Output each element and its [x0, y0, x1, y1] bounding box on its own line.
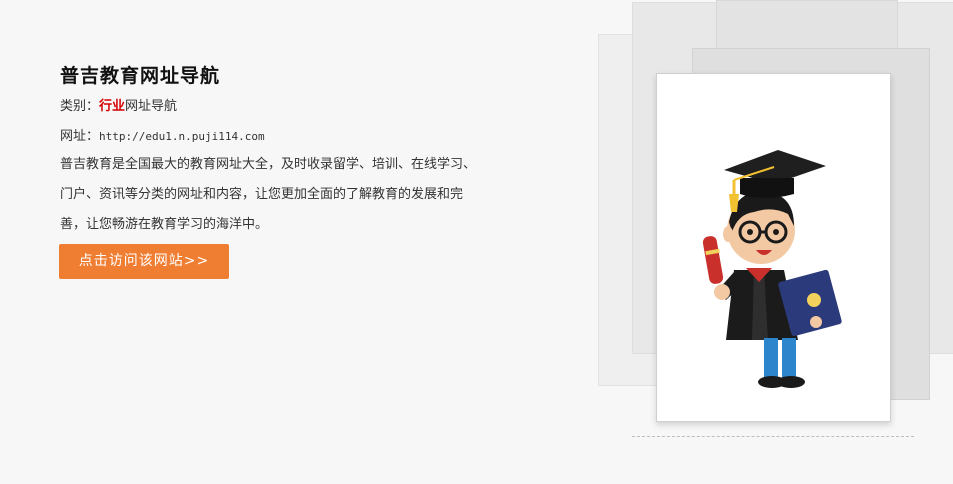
- graduate-cartoon-icon: [702, 150, 842, 388]
- category-label: 类别：: [60, 99, 100, 114]
- description-line: 普吉教育是全国最大的教育网址大全，及时收录留学、培训、在线学习、: [60, 157, 477, 172]
- url-row: 网址：http://edu1.n.puji114.com: [60, 125, 265, 144]
- url-link[interactable]: http://edu1.n.puji114.com: [99, 130, 265, 143]
- dashed-divider: [632, 436, 914, 437]
- category-highlight[interactable]: 行业: [99, 99, 125, 114]
- description-line: 门户、资讯等分类的网址和内容，让您更加全面的了解教育的发展和完: [60, 187, 464, 202]
- category-rest: 网址导航: [125, 99, 178, 114]
- category-row: 类别：行业网址导航: [60, 95, 177, 114]
- visit-site-button[interactable]: 点击访问该网站>>: [59, 244, 229, 279]
- site-description: 普吉教育是全国最大的教育网址大全，及时收录留学、培训、在线学习、 门户、资讯等分…: [60, 150, 515, 240]
- site-title: 普吉教育网址导航: [60, 65, 221, 87]
- description-line: 善，让您畅游在教育学习的海洋中。: [60, 217, 269, 232]
- url-label: 网址：: [60, 129, 100, 144]
